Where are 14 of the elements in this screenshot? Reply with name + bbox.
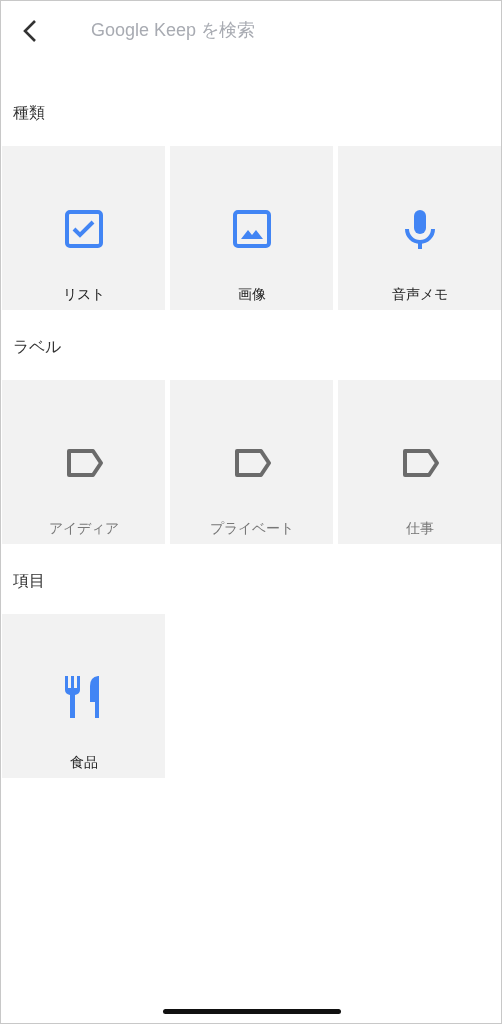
search-field[interactable]: Google Keep を検索 bbox=[89, 19, 433, 42]
section-heading: 項目 bbox=[12, 571, 46, 591]
microphone-icon bbox=[403, 209, 436, 249]
section-heading: 種類 bbox=[12, 103, 46, 123]
checkbox-icon bbox=[63, 209, 104, 249]
category-tile[interactable]: 仕事 bbox=[338, 380, 501, 544]
category-tile[interactable]: リスト bbox=[2, 146, 165, 310]
image-icon bbox=[231, 209, 272, 249]
category-tile[interactable]: プライベート bbox=[170, 380, 333, 544]
category-tile[interactable]: 画像 bbox=[170, 146, 333, 310]
category-tile[interactable]: 食品 bbox=[2, 614, 165, 778]
section-heading: ラベル bbox=[12, 337, 62, 357]
category-tile[interactable]: アイディア bbox=[2, 380, 165, 544]
category-tile[interactable]: 音声メモ bbox=[338, 146, 501, 310]
